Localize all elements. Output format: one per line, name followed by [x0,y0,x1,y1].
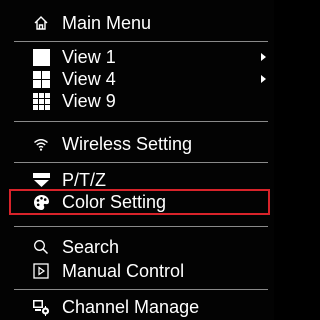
menu-item-manual-control[interactable]: Manual Control [0,258,274,284]
single-view-icon [32,48,50,66]
menu-item-wireless-setting[interactable]: Wireless Setting [0,131,274,157]
menu-item-label: Main Menu [62,13,152,33]
menu-separator [14,226,268,227]
manual-control-icon [32,262,50,280]
menu-separator [14,41,268,42]
menu-item-label: Wireless Setting [62,134,193,154]
menu-separator [14,162,268,163]
submenu-arrow-icon [261,53,266,61]
menu-item-label: Search [62,237,120,257]
menu-item-main-menu[interactable]: Main Menu [0,10,274,36]
channel-manage-icon [32,298,50,316]
wifi-icon [32,135,50,153]
nine-view-icon [32,92,50,110]
menu-item-channel-manage[interactable]: Channel Manage [0,294,274,320]
menu-item-view-9[interactable]: View 9 [0,88,274,114]
search-icon [32,238,50,256]
quad-view-icon [32,70,50,88]
ptz-icon [32,171,50,189]
menu-item-label: Channel Manage [62,297,200,317]
menu-separator [14,289,268,290]
menu-separator [14,121,268,122]
selection-highlight [9,189,270,215]
menu-item-label: View 9 [62,91,116,111]
home-icon [32,14,50,32]
menu-item-label: Manual Control [62,261,185,281]
context-menu: Main Menu View 1 View 4 View 9 Wireless … [0,0,274,320]
submenu-arrow-icon [261,75,266,83]
menu-item-search[interactable]: Search [0,234,274,260]
